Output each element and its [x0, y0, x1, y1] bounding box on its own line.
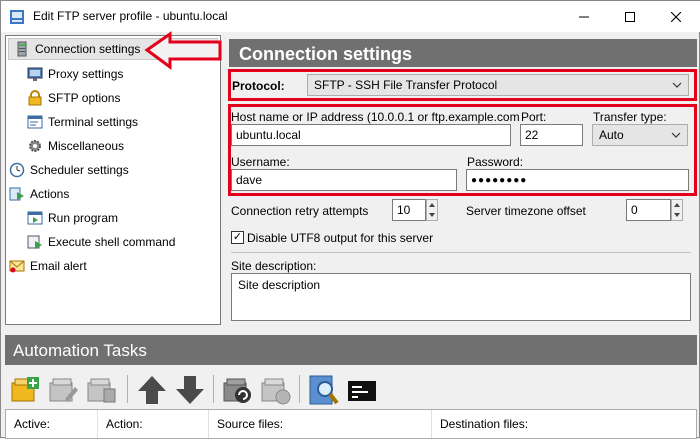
host-input[interactable]: ubuntu.local — [231, 124, 511, 146]
automation-tasks-table: Active: Action: Source files: Destinatio… — [5, 409, 697, 439]
section-divider — [231, 252, 691, 253]
tree-item-label: Connection settings — [35, 42, 141, 56]
retry-stepper[interactable] — [426, 199, 438, 221]
panel-header: Connection settings — [229, 39, 697, 67]
port-input[interactable]: 22 — [520, 124, 583, 146]
tree-item-execute-shell-command[interactable]: Execute shell command — [27, 231, 175, 253]
username-label: Username: — [231, 155, 290, 169]
tree-item-label: Execute shell command — [48, 235, 176, 249]
site-description-textarea[interactable]: Site description — [231, 273, 691, 321]
arrow-up-icon — [138, 376, 166, 404]
username-input[interactable]: dave — [231, 169, 457, 191]
maximize-icon — [625, 11, 635, 22]
tree-item-label: Proxy settings — [48, 67, 124, 81]
move-up-button[interactable] — [135, 373, 169, 407]
retry-input[interactable]: 10 — [392, 199, 426, 221]
title-bar: Edit FTP server profile - ubuntu.local — [1, 1, 700, 32]
tree-item-label: SFTP options — [48, 91, 121, 105]
transfer-type-value: Auto — [599, 128, 624, 142]
tree-item-label: Run program — [48, 211, 119, 225]
toolbar-separator — [213, 375, 214, 403]
host-label: Host name or IP address (10.0.0.1 or ftp… — [231, 110, 520, 124]
shell-command-icon — [27, 235, 42, 249]
protocol-label: Protocol: — [232, 79, 285, 93]
tree-item-terminal-settings[interactable]: Terminal settings — [27, 111, 138, 133]
view-log-button[interactable] — [307, 373, 341, 407]
gear-icon — [29, 140, 41, 152]
tree-item-scheduler-settings[interactable]: Scheduler settings — [9, 159, 129, 181]
tasks-toolbar — [5, 367, 697, 409]
settings-tree: Connection settings Proxy settings SFTP … — [5, 35, 221, 325]
minimize-button[interactable] — [561, 1, 607, 32]
retry-label: Connection retry attempts — [231, 204, 369, 218]
minimize-icon — [579, 16, 589, 17]
add-task-button[interactable] — [9, 373, 43, 407]
monitor-icon — [27, 67, 43, 81]
chevron-down-icon — [672, 82, 682, 88]
tree-item-email-alert[interactable]: Email alert — [9, 255, 87, 277]
automation-tasks-header: Automation Tasks — [5, 335, 697, 365]
tree-item-proxy-settings[interactable]: Proxy settings — [27, 63, 123, 85]
arrow-down-icon — [176, 376, 204, 404]
toolbar-separator — [299, 375, 300, 403]
column-header-active[interactable]: Active: — [6, 410, 98, 438]
close-button[interactable] — [653, 1, 699, 32]
tree-item-label: Email alert — [30, 259, 87, 273]
timezone-stepper[interactable] — [671, 199, 683, 221]
tree-item-actions[interactable]: Actions — [9, 183, 69, 205]
password-input[interactable]: ●●●●●●●● — [466, 169, 689, 191]
terminal-icon — [348, 381, 376, 401]
actions-icon — [9, 187, 24, 201]
terminal-button[interactable] — [345, 373, 379, 407]
clock-icon — [9, 162, 25, 178]
tree-item-label: Scheduler settings — [30, 163, 129, 177]
edit-task-icon — [49, 378, 78, 402]
column-header-source-files[interactable]: Source files: — [209, 410, 432, 438]
protocol-select-value: SFTP - SSH File Transfer Protocol — [314, 78, 498, 92]
protocol-select[interactable]: SFTP - SSH File Transfer Protocol — [307, 74, 689, 96]
delete-task-button[interactable] — [85, 373, 119, 407]
refresh-run-icon — [223, 378, 251, 403]
tree-item-label: Miscellaneous — [48, 139, 125, 153]
app-icon — [10, 10, 24, 24]
column-header-action[interactable]: Action: — [98, 410, 209, 438]
tree-item-run-program[interactable]: Run program — [27, 207, 118, 229]
search-log-icon — [309, 375, 339, 405]
password-label: Password: — [467, 155, 524, 169]
transfer-type-label: Transfer type: — [593, 110, 667, 124]
timezone-label: Server timezone offset — [466, 204, 586, 218]
maximize-button[interactable] — [607, 1, 653, 32]
close-icon — [671, 11, 681, 22]
tree-item-miscellaneous[interactable]: Miscellaneous — [27, 135, 124, 157]
window-title: Edit FTP server profile - ubuntu.local — [33, 9, 228, 23]
site-description-label: Site description: — [231, 259, 317, 273]
timezone-input[interactable]: 0 — [626, 199, 671, 221]
edit-ftp-profile-window: Edit FTP server profile - ubuntu.local C… — [0, 0, 700, 439]
toolbar-separator — [127, 375, 128, 403]
run-program-icon — [27, 211, 43, 225]
copy-task-icon — [261, 378, 291, 405]
column-header-destination-files[interactable]: Destination files: — [432, 410, 696, 438]
callout-arrow-icon — [144, 31, 222, 70]
lock-icon — [28, 90, 42, 106]
transfer-type-select[interactable]: Auto — [592, 124, 688, 146]
duplicate-task-button[interactable] — [259, 373, 293, 407]
delete-task-icon — [87, 378, 116, 403]
port-label: Port: — [521, 110, 547, 124]
tree-item-sftp-options[interactable]: SFTP options — [27, 87, 120, 109]
disable-utf8-label: Disable UTF8 output for this server — [247, 231, 434, 245]
disable-utf8-checkbox[interactable]: ✓ — [231, 231, 244, 244]
move-down-button[interactable] — [173, 373, 207, 407]
server-icon — [17, 41, 27, 57]
chevron-down-icon — [671, 132, 681, 138]
edit-task-button[interactable] — [47, 373, 81, 407]
add-task-icon — [11, 377, 39, 402]
terminal-window-icon — [27, 115, 43, 129]
run-task-button[interactable] — [221, 373, 255, 407]
tree-item-label: Actions — [30, 187, 70, 201]
email-icon — [9, 260, 25, 273]
tree-item-label: Terminal settings — [48, 115, 139, 129]
